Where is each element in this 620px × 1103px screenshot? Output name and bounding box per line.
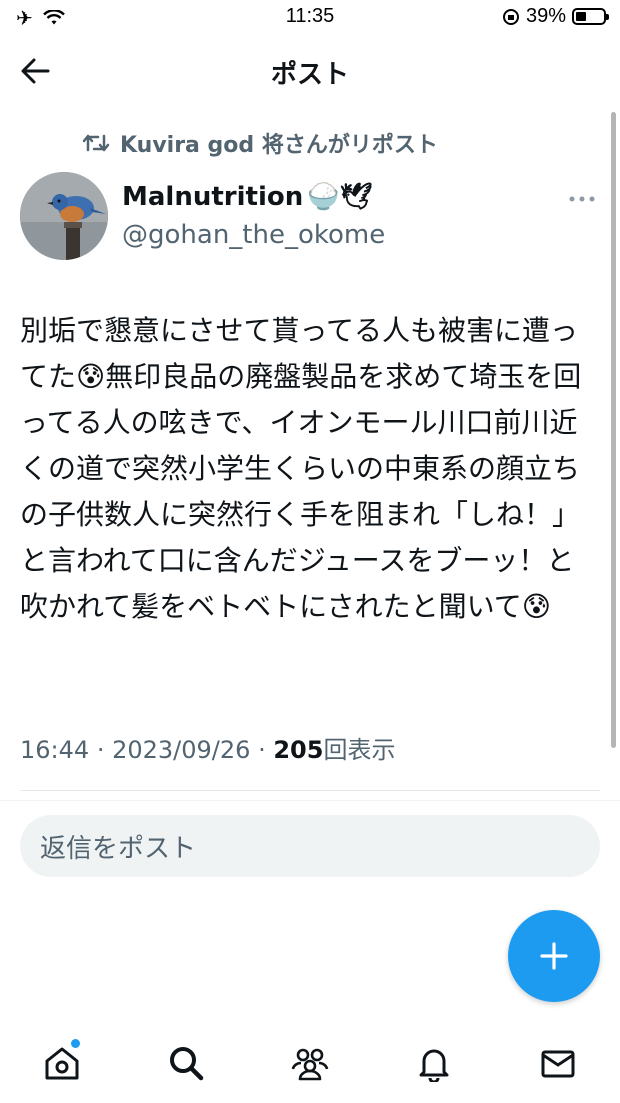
display-name[interactable]: Malnutrition 🍚🕊 <box>122 182 373 212</box>
tab-home[interactable] <box>38 1039 86 1087</box>
views-count[interactable]: 205 <box>273 736 323 764</box>
page-title: ポスト <box>270 60 349 90</box>
user-handle[interactable]: @gohan_the_okome <box>122 220 385 250</box>
communities-icon <box>291 1048 329 1081</box>
display-name-emojis: 🍚🕊 <box>307 182 373 212</box>
more-button[interactable] <box>568 184 598 204</box>
tab-search[interactable] <box>162 1039 210 1087</box>
notification-dot <box>71 1039 80 1048</box>
status-icons-right: 39% <box>502 5 609 28</box>
tab-notifications[interactable] <box>410 1039 458 1087</box>
bell-icon <box>419 1049 449 1082</box>
post-meta: 16:44 · 2023/09/26 · 205回表示 <box>20 730 395 765</box>
compose-button[interactable] <box>508 910 600 1002</box>
orientation-lock-icon <box>502 8 519 25</box>
home-icon <box>45 1047 79 1080</box>
views-label: 回表示 <box>323 736 396 764</box>
avatar[interactable] <box>20 172 108 260</box>
meta-separator: · <box>258 736 266 764</box>
scrollbar[interactable] <box>611 112 616 748</box>
repost-indicator[interactable]: Kuvira god 将さんがリポスト <box>82 127 438 159</box>
mail-icon <box>541 1050 575 1078</box>
post-text: 別垢で懇意にさせて貰ってる人も被害に遭ってた😰無印良品の廃盤製品を求めて埼玉を回… <box>20 314 582 623</box>
battery-percent: 39% <box>525 5 566 27</box>
divider <box>20 790 600 791</box>
repost-icon <box>82 134 110 152</box>
reply-placeholder: 返信をポスト <box>40 833 197 864</box>
tab-messages[interactable] <box>534 1039 582 1087</box>
meta-separator: · <box>96 736 105 764</box>
plus-icon <box>540 942 568 970</box>
tab-communities[interactable] <box>286 1039 334 1087</box>
more-icon <box>569 196 595 202</box>
status-bar: ✈ 11:35 39% <box>0 0 620 34</box>
battery-icon <box>572 8 609 25</box>
top-bar: ポスト <box>0 40 620 100</box>
post-time[interactable]: 16:44 <box>20 736 89 764</box>
author-row: Malnutrition 🍚🕊 @gohan_the_okome <box>20 172 600 262</box>
repost-label: Kuvira god 将さんがリポスト <box>120 133 438 158</box>
search-icon <box>170 1047 204 1081</box>
bottom-tab-bar <box>0 1025 620 1103</box>
display-name-text: Malnutrition <box>122 182 304 212</box>
reply-input[interactable]: 返信をポスト <box>20 815 600 877</box>
bluebird-avatar-image <box>20 172 108 260</box>
post-date[interactable]: 2023/09/26 <box>112 736 250 764</box>
divider <box>0 800 620 801</box>
